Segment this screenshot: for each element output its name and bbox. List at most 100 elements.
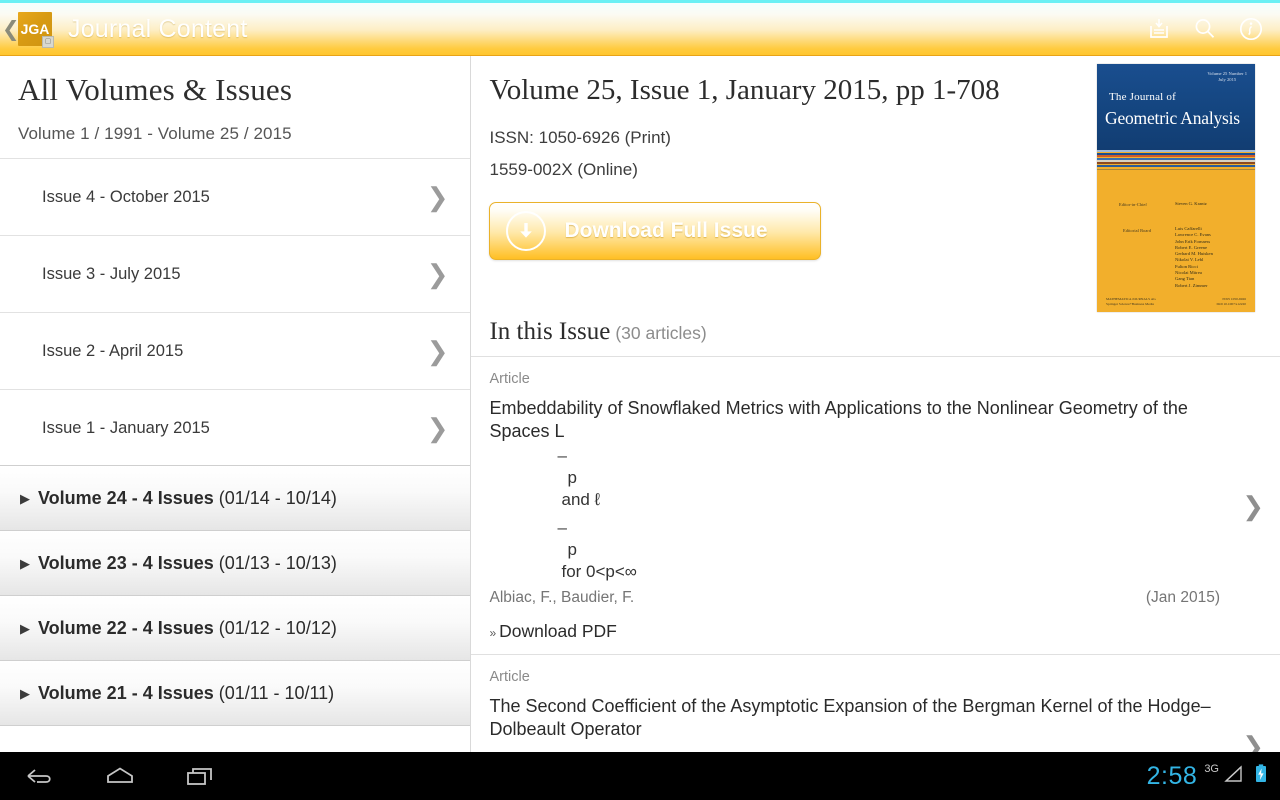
volume-main-text: Volume 24 - 4 Issues <box>38 487 214 508</box>
sidebar-issue-row[interactable]: Issue 4 - October 2015 ❯ <box>0 158 471 235</box>
article-list-item[interactable]: Article Embeddability of Snowflaked Metr… <box>471 357 1280 655</box>
cover-the-journal-of: The Journal of <box>1109 91 1176 103</box>
cover-footer-left: MATHEMATICA JOURNALS AG Springer Science+… <box>1106 297 1156 306</box>
sidebar-volume-range: Volume 1 / 1991 - Volume 25 / 2015 <box>18 124 292 143</box>
math-range: for 0<p<∞ <box>561 562 637 581</box>
journal-badge-icon: ▢ <box>42 36 54 48</box>
cover-footer-right: ISSN 1050-6926 DOI 10.1007/s12220 <box>1216 297 1246 306</box>
article-authors: Albiac, F., Baudier, F. <box>489 589 635 606</box>
page-title: Journal Content <box>68 14 248 43</box>
in-this-issue-count: (30 articles) <box>615 323 707 343</box>
article-list-item[interactable]: Article The Second Coefficient of the As… <box>471 655 1280 752</box>
signal-label: 3G <box>1204 763 1219 775</box>
sidebar-issue-row[interactable]: Issue 1 - January 2015 ❯ <box>0 389 471 466</box>
article-title-math: – p and ℓ – p for 0<p<∞ <box>489 445 1220 583</box>
volume-main-text: Volume 22 - 4 Issues <box>38 617 214 638</box>
sidebar-issue-label: Issue 2 - April 2015 <box>42 341 184 360</box>
cover-stripes <box>1097 150 1255 171</box>
status-clock[interactable]: 2:58 <box>1147 762 1198 791</box>
sidebar-header: All Volumes & Issues Volume 1 / 1991 - V… <box>0 56 470 158</box>
volume-dates-text: (01/12 - 10/12) <box>218 617 337 638</box>
download-full-issue-button[interactable]: Download Full Issue <box>489 202 822 260</box>
sidebar-volume-label: Volume 24 - 4 Issues (01/14 - 10/14) <box>38 488 337 509</box>
journal-logo-label: JGA <box>20 21 50 37</box>
cover-volume-info: Volume 25 Number 1 July 2015 <box>1207 71 1247 82</box>
nav-home-icon[interactable] <box>102 761 138 791</box>
sidebar-volume-row[interactable]: ▶ Volume 23 - 4 Issues (01/13 - 10/13) <box>0 530 471 596</box>
volumes-sidebar[interactable]: All Volumes & Issues Volume 1 / 1991 - V… <box>0 56 472 752</box>
chevron-right-icon: ❯ <box>426 259 449 289</box>
sidebar-volume-label: Volume 22 - 4 Issues (01/12 - 10/12) <box>38 618 337 639</box>
issue-header: Volume 25, Issue 1, January 2015, pp 1-7… <box>471 56 1280 318</box>
print-icon[interactable] <box>1144 14 1174 44</box>
journal-cover-thumbnail[interactable]: Volume 25 Number 1 July 2015 The Journal … <box>1097 64 1255 312</box>
sidebar-volume-row[interactable]: ▶ Volume 21 - 4 Issues (01/11 - 10/11) <box>0 660 471 726</box>
math-dash: – <box>557 446 567 465</box>
tablet-screen: ❮ JGA ▢ Journal Content All Volumes & Is… <box>0 0 1280 800</box>
app-bar-actions <box>1144 14 1266 44</box>
nav-recents-icon[interactable] <box>182 761 218 791</box>
cover-journal-name: Geometric Analysis <box>1105 108 1240 128</box>
cover-body: Editor-in-Chief Steven G. Krantz Editori… <box>1097 170 1255 312</box>
download-pdf-label: Download PDF <box>499 621 617 641</box>
download-circle-icon <box>506 211 547 251</box>
signal-triangle-icon <box>1223 763 1245 790</box>
chevron-right-icon: ❯ <box>426 336 449 366</box>
content-area: All Volumes & Issues Volume 1 / 1991 - V… <box>0 56 1280 752</box>
triangle-right-icon: ▶ <box>20 620 30 636</box>
math-dash: – <box>557 518 567 537</box>
sidebar-volume-label: Volume 21 - 4 Issues (01/11 - 10/11) <box>38 683 334 704</box>
info-icon[interactable] <box>1236 14 1266 44</box>
back-chevron-icon[interactable]: ❮ <box>2 19 20 40</box>
sidebar-volume-row[interactable]: ▶ Volume 24 - 4 Issues (01/14 - 10/14) <box>0 465 471 531</box>
sidebar-issue-label: Issue 3 - July 2015 <box>42 264 181 283</box>
math-subscript: p <box>567 468 577 487</box>
chevron-right-icon: ❯ <box>426 182 449 212</box>
in-this-issue-title: In this Issue <box>489 318 611 345</box>
volume-dates-text: (01/13 - 10/13) <box>218 552 337 573</box>
double-chevron-icon: » <box>489 626 497 640</box>
sidebar-title: All Volumes & Issues <box>18 72 293 107</box>
triangle-right-icon: ▶ <box>20 685 30 701</box>
triangle-right-icon: ▶ <box>20 490 30 506</box>
cover-board-label: Editorial Board <box>1123 228 1152 233</box>
volume-dates-text: (01/14 - 10/14) <box>218 487 337 508</box>
in-this-issue-header: In this Issue (30 articles) <box>471 318 1280 357</box>
system-navigation-bar: 2:58 3G <box>0 752 1280 800</box>
math-subscript: p <box>567 540 577 559</box>
sidebar-issue-label: Issue 4 - October 2015 <box>42 187 210 206</box>
download-pdf-link[interactable]: » Download PDF <box>489 621 1220 642</box>
math-and-ell: and ℓ <box>561 490 601 509</box>
sidebar-issue-row[interactable]: Issue 2 - April 2015 ❯ <box>0 312 471 389</box>
article-date: (Jan 2015) <box>1145 589 1220 606</box>
sidebar-volume-label: Volume 23 - 4 Issues (01/13 - 10/13) <box>38 553 337 574</box>
volume-main-text: Volume 23 - 4 Issues <box>38 552 214 573</box>
article-meta: Albiac, F., Baudier, F. (Jan 2015) <box>489 589 1220 607</box>
article-type: Article <box>489 669 530 685</box>
journal-logo-badge[interactable]: JGA ▢ <box>18 12 54 48</box>
search-icon[interactable] <box>1190 14 1220 44</box>
sidebar-volume-row[interactable]: ▶ Volume 22 - 4 Issues (01/12 - 10/12) <box>0 595 471 661</box>
nav-buttons <box>22 761 218 791</box>
volume-main-text: Volume 21 - 4 Issues <box>38 682 214 703</box>
issue-detail-panel[interactable]: Volume 25, Issue 1, January 2015, pp 1-7… <box>471 56 1280 752</box>
cover-eic-name: Steven G. Krantz <box>1175 201 1207 206</box>
cover-eic-label: Editor-in-Chief <box>1119 202 1147 207</box>
cover-footer: MATHEMATICA JOURNALS AG Springer Science+… <box>1097 297 1255 307</box>
app-bar: ❮ JGA ▢ Journal Content <box>0 0 1280 56</box>
triangle-right-icon: ▶ <box>20 555 30 571</box>
chevron-right-icon[interactable]: ❯ <box>1242 733 1264 752</box>
volume-dates-text: (01/11 - 10/11) <box>218 682 335 703</box>
status-icons: 2:58 3G <box>1147 762 1270 791</box>
cover-top-band: Volume 25 Number 1 July 2015 The Journal … <box>1097 64 1255 150</box>
chevron-right-icon: ❯ <box>426 413 449 443</box>
article-title: Embeddability of Snowflaked Metrics with… <box>489 398 1188 441</box>
article-type: Article <box>489 371 530 387</box>
sidebar-issue-row[interactable]: Issue 3 - July 2015 ❯ <box>0 235 471 312</box>
nav-back-icon[interactable] <box>22 761 58 791</box>
download-full-issue-label: Download Full Issue <box>564 219 768 242</box>
battery-charging-icon <box>1252 763 1270 790</box>
chevron-right-icon[interactable]: ❯ <box>1242 493 1264 519</box>
article-title: The Second Coefficient of the Asymptotic… <box>489 696 1211 739</box>
sidebar-issue-label: Issue 1 - January 2015 <box>42 418 210 437</box>
